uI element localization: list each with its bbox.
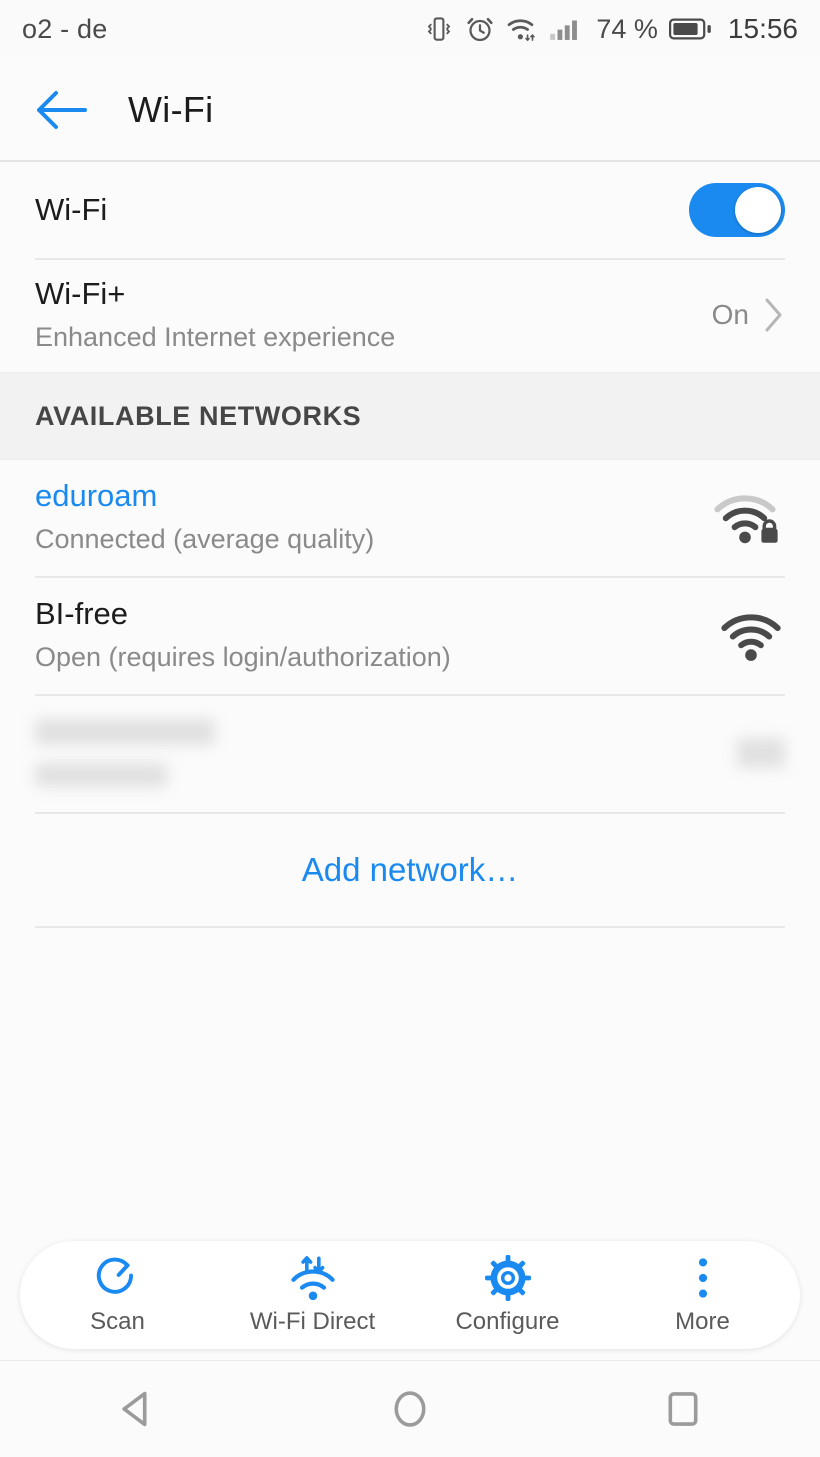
network-row-bi-free[interactable]: BI-free Open (requires login/authorizati… xyxy=(0,578,820,694)
toolbar-item-scan[interactable]: Scan xyxy=(20,1241,215,1349)
more-vertical-icon xyxy=(691,1254,715,1302)
row-divider xyxy=(35,926,785,928)
battery-percent-label: 74 % xyxy=(596,13,658,44)
network-status: Open (requires login/authorization) xyxy=(35,642,451,673)
network-ssid: eduroam xyxy=(35,478,158,514)
wifi-toggle-row[interactable]: Wi-Fi xyxy=(0,162,820,258)
page-title: Wi-Fi xyxy=(128,89,214,130)
battery-icon xyxy=(668,18,711,40)
wifi-plus-sublabel: Enhanced Internet experience xyxy=(35,322,396,353)
network-row-eduroam[interactable]: eduroam Connected (average quality) xyxy=(0,460,820,576)
wifi-direct-icon xyxy=(287,1254,339,1302)
nav-home-icon xyxy=(394,1391,426,1427)
nav-recents-button[interactable] xyxy=(608,1361,758,1457)
wifi-signal-icon xyxy=(721,614,781,661)
nav-home-button[interactable] xyxy=(335,1361,485,1457)
available-networks-header: AVAILABLE NETWORKS xyxy=(0,372,820,460)
nav-back-icon xyxy=(121,1391,147,1427)
wifi-row-label: Wi-Fi xyxy=(35,192,108,228)
network-list: eduroam Connected (average quality) BI-f… xyxy=(0,460,820,928)
gear-icon xyxy=(484,1254,532,1302)
nav-back-button[interactable] xyxy=(62,1361,212,1457)
title-bar: Wi-Fi xyxy=(0,58,820,162)
bottom-toolbar: Scan Wi-Fi Direct Configure More xyxy=(20,1241,800,1349)
toolbar-label-configure: Configure xyxy=(455,1308,560,1335)
toggle-knob xyxy=(735,187,781,233)
redacted-icon xyxy=(737,738,785,768)
vibrate-icon xyxy=(428,17,451,41)
toolbar-item-wifi-direct[interactable]: Wi-Fi Direct xyxy=(215,1241,410,1349)
scan-refresh-icon xyxy=(94,1254,142,1302)
signal-bars-icon xyxy=(550,20,578,40)
network-status: Connected (average quality) xyxy=(35,524,375,555)
toolbar-item-more[interactable]: More xyxy=(605,1241,800,1349)
wifi-plus-row[interactable]: Wi-Fi+ Enhanced Internet experience On xyxy=(0,260,820,372)
wifi-plus-label: Wi-Fi+ xyxy=(35,276,126,312)
back-arrow-icon xyxy=(37,91,87,129)
carrier-label: o2 - de xyxy=(22,13,108,44)
redacted-status xyxy=(35,763,167,787)
add-network-button[interactable]: Add network… xyxy=(0,814,820,926)
alarm-icon xyxy=(467,17,493,42)
bottom-toolbar-area: Scan Wi-Fi Direct Configure More xyxy=(0,1230,820,1360)
network-ssid: BI-free xyxy=(35,596,129,632)
wifi-signal-lock-icon xyxy=(714,495,778,544)
toolbar-label-more: More xyxy=(675,1308,730,1335)
settings-list: Wi-Fi Wi-Fi+ Enhanced Internet experienc… xyxy=(0,162,820,372)
wifi-plus-value: On xyxy=(711,299,749,330)
add-network-label: Add network… xyxy=(301,851,519,888)
android-navigation-bar xyxy=(0,1360,820,1457)
available-networks-header-label: AVAILABLE NETWORKS xyxy=(35,400,362,431)
toolbar-label-scan: Scan xyxy=(90,1308,145,1335)
nav-recents-icon xyxy=(668,1392,698,1426)
back-button[interactable] xyxy=(30,79,92,141)
toolbar-label-wifi-direct: Wi-Fi Direct xyxy=(249,1308,376,1335)
clock-label: 15:56 xyxy=(727,13,798,44)
status-bar: o2 - de 74 % 15:56 xyxy=(0,0,820,58)
chevron-right-icon xyxy=(765,298,782,332)
wifi-toggle-switch[interactable] xyxy=(689,183,785,237)
toolbar-item-configure[interactable]: Configure xyxy=(410,1241,605,1349)
phone-screen: o2 - de 74 % 15:56 Wi-Fi Wi-Fi Wi-Fi+ En… xyxy=(0,0,820,1457)
wifi-data-icon xyxy=(508,19,536,42)
network-row-redacted[interactable] xyxy=(0,696,820,812)
status-icons: 74 % 15:56 xyxy=(424,13,798,45)
redacted-ssid xyxy=(35,719,215,745)
